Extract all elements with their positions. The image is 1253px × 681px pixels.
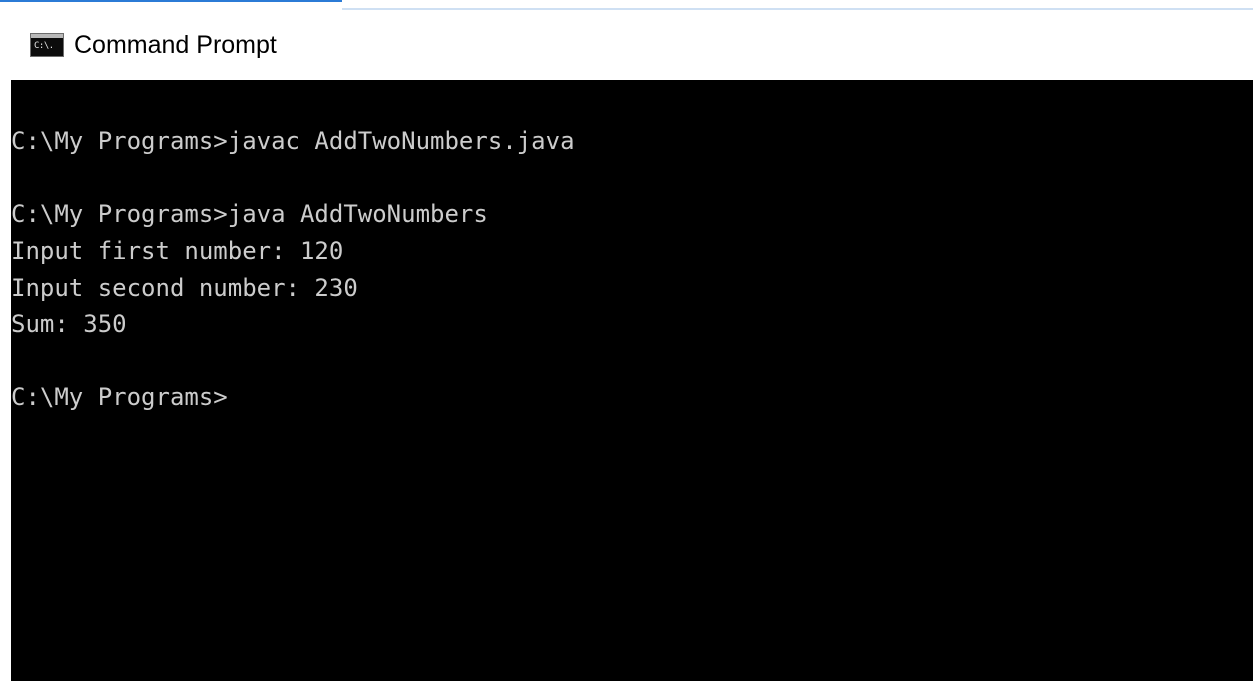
cmd-icon[interactable]: C:\. xyxy=(30,33,64,57)
window-top-accent xyxy=(0,0,342,2)
console-line-4: Input first number: 120 xyxy=(11,237,344,265)
console-line-6: Sum: 350 xyxy=(11,310,127,338)
console-prompt-line[interactable]: C:\My Programs> xyxy=(11,381,228,413)
console-output[interactable]: C:\My Programs>javac AddTwoNumbers.java … xyxy=(11,80,1253,681)
window-left-border xyxy=(0,0,11,681)
console-line-1: C:\My Programs>javac AddTwoNumbers.java xyxy=(11,127,575,155)
title-bar[interactable]: C:\. Command Prompt xyxy=(12,10,1253,80)
cmd-icon-bar xyxy=(31,34,63,38)
command-prompt-window: C:\. Command Prompt C:\My Programs>javac… xyxy=(0,0,1253,681)
cmd-icon-glyph: C:\. xyxy=(34,41,54,51)
console-line-5: Input second number: 230 xyxy=(11,274,358,302)
window-title: Command Prompt xyxy=(74,30,277,59)
console-line-3: C:\My Programs>java AddTwoNumbers xyxy=(11,200,488,228)
